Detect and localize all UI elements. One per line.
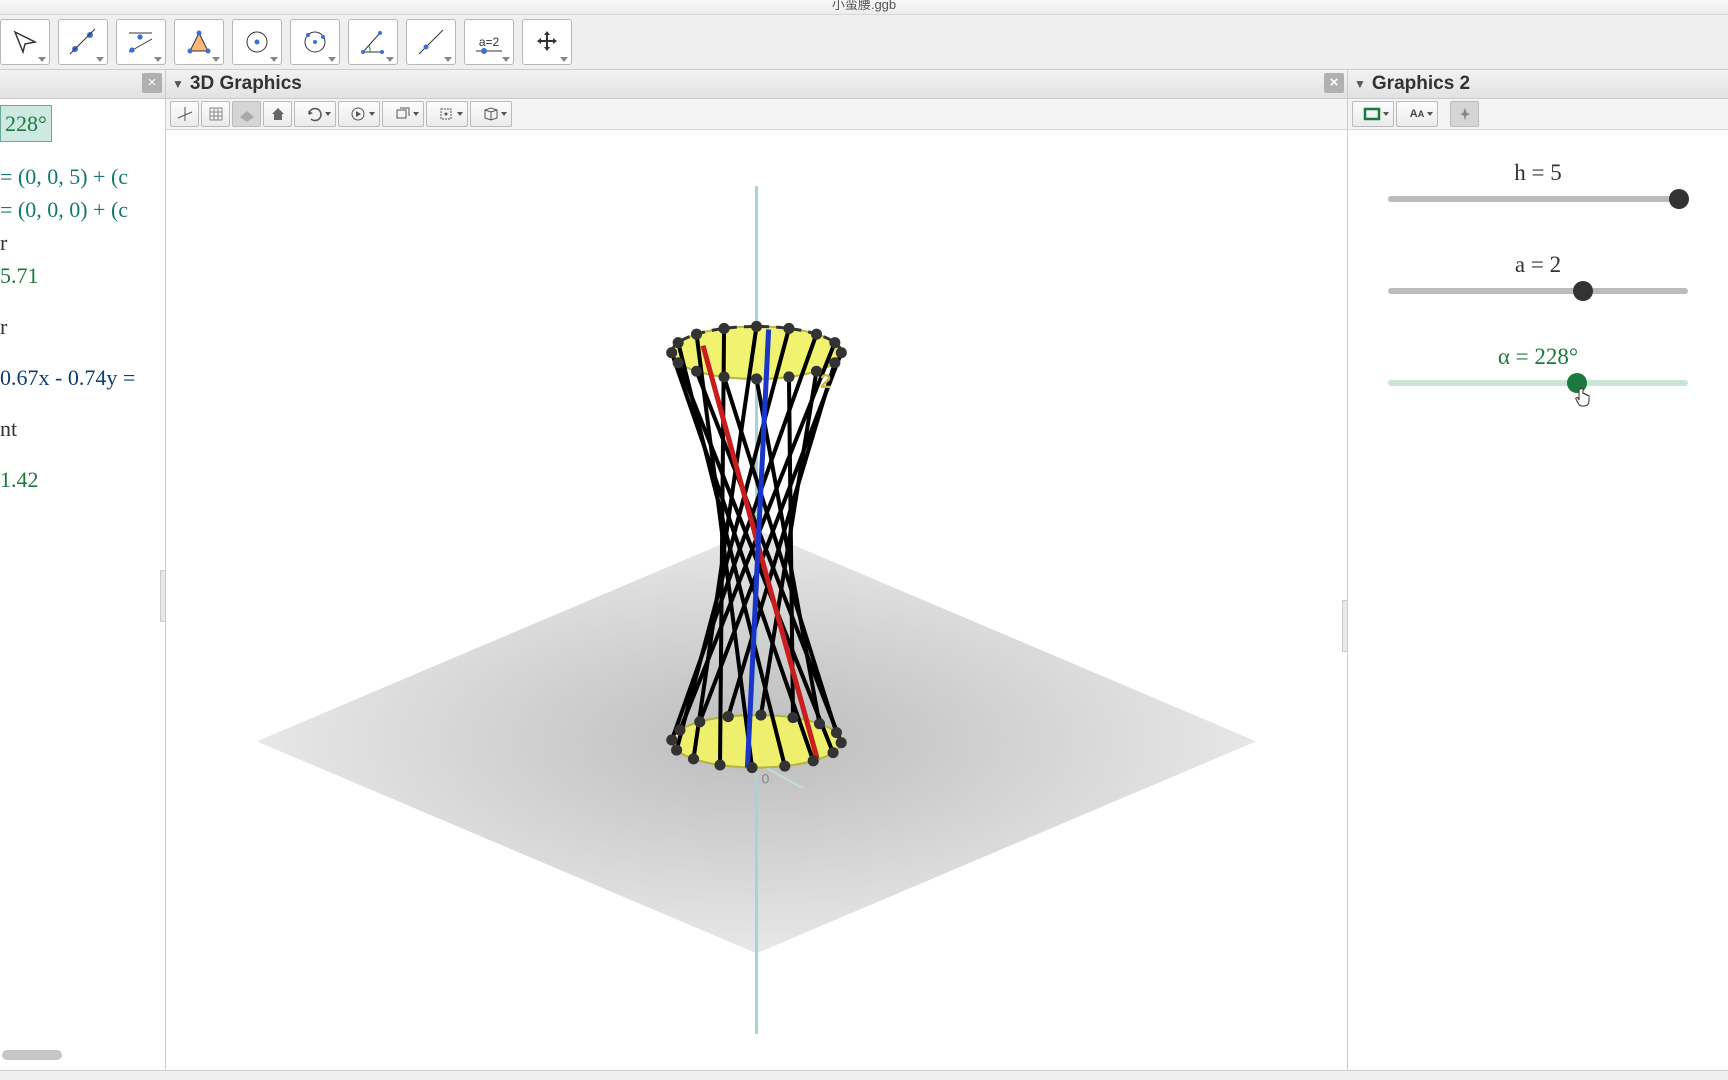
svg-text:0: 0 xyxy=(762,771,770,787)
algebra-line[interactable]: 0.67x - 0.74y = xyxy=(0,361,159,394)
algebra-line[interactable]: r xyxy=(0,310,159,343)
clipping-button[interactable] xyxy=(426,101,468,127)
window-title: 小蛮腰.ggb xyxy=(0,0,1728,15)
algebra-line[interactable] xyxy=(0,142,159,160)
algebra-line[interactable] xyxy=(0,394,159,412)
view-button[interactable] xyxy=(470,101,512,127)
move-tool[interactable] xyxy=(0,19,50,65)
close-icon[interactable]: × xyxy=(142,73,162,93)
slider-label: a = 2 xyxy=(1368,252,1708,278)
view3d-panel: ▼ 3D Graphics × xyxy=(166,70,1348,1070)
grid-toggle[interactable] xyxy=(201,101,230,127)
algebra-line[interactable]: 5.71 xyxy=(0,259,159,292)
algebra-line[interactable]: = (0, 0, 5) + (c xyxy=(0,160,159,193)
tangent-tool[interactable] xyxy=(406,19,456,65)
slider-thumb[interactable] xyxy=(1567,373,1587,393)
dropdown-icon xyxy=(38,57,46,62)
point-tool[interactable] xyxy=(58,19,108,65)
rect-tool[interactable] xyxy=(1352,101,1394,127)
algebra-line[interactable]: = (0, 0, 0) + (c xyxy=(0,193,159,226)
slider-track[interactable] xyxy=(1388,288,1688,294)
collapse-icon: ▼ xyxy=(1354,77,1366,91)
pin-tool[interactable] xyxy=(1450,101,1479,127)
graphics2-toolbar: AA xyxy=(1348,99,1728,130)
line-tool[interactable] xyxy=(116,19,166,65)
view3d-canvas[interactable]: 0 2 xyxy=(166,130,1347,1070)
svg-text:2: 2 xyxy=(820,371,831,393)
polygon-tool[interactable] xyxy=(174,19,224,65)
graphics2-title: Graphics 2 xyxy=(1372,73,1470,95)
circle-center-tool[interactable] xyxy=(232,19,282,65)
algebra-line[interactable] xyxy=(0,343,159,361)
slider-track[interactable] xyxy=(1388,196,1688,202)
label-tool[interactable]: AA xyxy=(1396,101,1438,127)
pan-tool[interactable] xyxy=(522,19,572,65)
projection-button[interactable] xyxy=(382,101,424,127)
footer xyxy=(0,1070,1728,1080)
slider-h[interactable]: h = 5 xyxy=(1368,160,1708,202)
algebra-line[interactable] xyxy=(0,292,159,310)
view3d-toolbar xyxy=(166,99,1347,130)
angle-tool[interactable] xyxy=(348,19,398,65)
axes-toggle[interactable] xyxy=(170,101,199,127)
graphics2-canvas[interactable]: h = 5 a = 2 α = 228° xyxy=(1348,130,1728,1070)
view3d-header[interactable]: ▼ 3D Graphics × xyxy=(166,70,1347,99)
slider-thumb[interactable] xyxy=(1669,189,1689,209)
algebra-line[interactable] xyxy=(0,445,159,463)
horizontal-scrollbar[interactable] xyxy=(2,1050,62,1060)
slider-alpha[interactable]: α = 228° xyxy=(1368,344,1708,386)
slider-thumb[interactable] xyxy=(1573,281,1593,301)
slider-tool[interactable]: a=2 xyxy=(464,19,514,65)
algebra-body[interactable]: 228° = (0, 0, 5) + (c = (0, 0, 0) + (cr5… xyxy=(0,99,165,502)
slider-a[interactable]: a = 2 xyxy=(1368,252,1708,294)
graphics2-header[interactable]: ▼ Graphics 2 xyxy=(1348,70,1728,99)
algebra-line[interactable]: 1.42 xyxy=(0,463,159,496)
home-button[interactable] xyxy=(263,101,292,127)
slider-label: α = 228° xyxy=(1368,344,1708,370)
plane-toggle[interactable] xyxy=(232,101,261,127)
slider-label: h = 5 xyxy=(1368,160,1708,186)
close-icon[interactable]: × xyxy=(1324,73,1344,93)
circle-3pt-tool[interactable] xyxy=(290,19,340,65)
animate-button[interactable] xyxy=(338,101,380,127)
rotate-button[interactable] xyxy=(294,101,336,127)
collapse-icon: ▼ xyxy=(172,77,184,91)
resize-handle[interactable] xyxy=(1342,600,1347,652)
algebra-line[interactable]: 228° xyxy=(0,105,52,142)
main-toolbar: a=2 xyxy=(0,15,1728,70)
algebra-line[interactable]: r xyxy=(0,226,159,259)
slider-track[interactable] xyxy=(1388,380,1688,386)
graphics2-panel: ▼ Graphics 2 AA h = 5 a = 2 α = 228° xyxy=(1348,70,1728,1070)
algebra-line[interactable]: nt xyxy=(0,412,159,445)
view3d-title: 3D Graphics xyxy=(190,73,302,95)
scene-svg: 0 2 xyxy=(166,130,1347,1070)
algebra-panel: × 228° = (0, 0, 5) + (c = (0, 0, 0) + (c… xyxy=(0,70,166,1070)
